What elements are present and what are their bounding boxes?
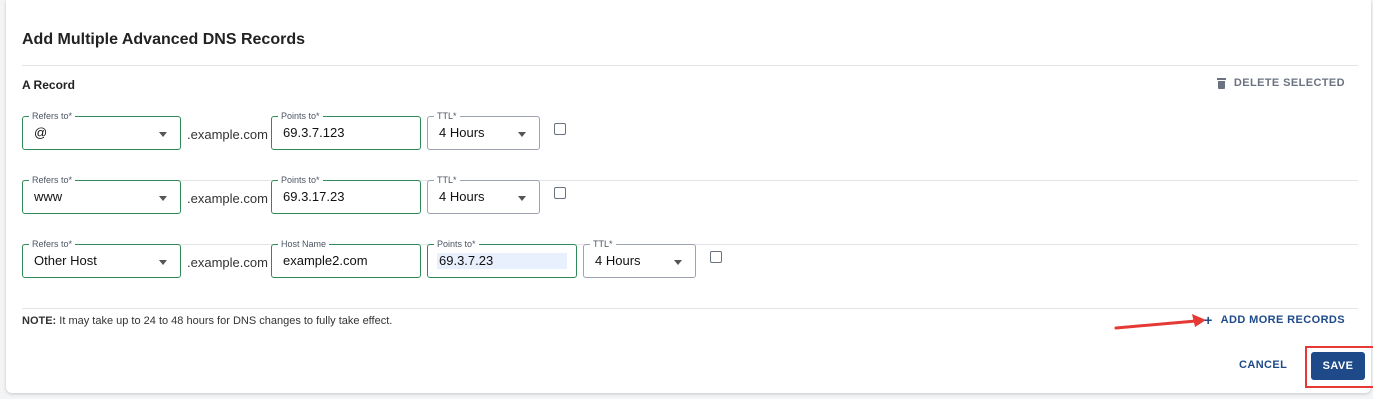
add-more-records-button[interactable]: + ADD MORE RECORDS bbox=[1204, 311, 1345, 328]
trash-icon bbox=[1216, 77, 1226, 89]
plus-icon: + bbox=[1204, 311, 1213, 328]
refers-to-value: Other Host bbox=[34, 253, 97, 268]
select-record-checkbox[interactable] bbox=[554, 123, 566, 135]
chevron-down-icon bbox=[518, 196, 526, 201]
divider bbox=[22, 65, 1358, 66]
ttl-value: 4 Hours bbox=[439, 189, 485, 204]
domain-suffix: .example.com bbox=[187, 127, 268, 142]
host-name-label: Host Name bbox=[278, 239, 330, 249]
ttl-value: 4 Hours bbox=[439, 125, 485, 140]
cancel-button[interactable]: CANCEL bbox=[1239, 359, 1287, 371]
refers-to-value: @ bbox=[34, 125, 48, 140]
refers-to-label: Refers to* bbox=[29, 111, 76, 121]
chevron-down-icon bbox=[674, 260, 682, 265]
add-more-records-label: ADD MORE RECORDS bbox=[1220, 314, 1345, 326]
refers-to-select[interactable]: Refers to* www bbox=[22, 175, 181, 214]
points-to-value: 69.3.17.23 bbox=[283, 189, 345, 204]
chevron-down-icon bbox=[518, 132, 526, 137]
ttl-select[interactable]: TTL* 4 Hours bbox=[583, 239, 696, 278]
save-button[interactable]: SAVE bbox=[1311, 352, 1365, 380]
red-arrow-annotation-icon bbox=[1114, 314, 1206, 330]
refers-to-select[interactable]: Refers to* @ bbox=[22, 111, 181, 150]
points-to-value: 69.3.7.23 bbox=[437, 253, 567, 269]
select-record-checkbox[interactable] bbox=[554, 187, 566, 199]
points-to-input[interactable]: Points to* 69.3.17.23 bbox=[271, 175, 421, 214]
points-to-label: Points to* bbox=[278, 111, 323, 121]
points-to-label: Points to* bbox=[434, 239, 479, 249]
note-text: It may take up to 24 to 48 hours for DNS… bbox=[56, 315, 393, 327]
ttl-label: TTL* bbox=[434, 175, 460, 185]
select-record-checkbox[interactable] bbox=[710, 251, 722, 263]
refers-to-label: Refers to* bbox=[29, 175, 76, 185]
record-row-1: Refers to* @ .example.com Points to* 69.… bbox=[22, 111, 1358, 181]
record-row-3: Refers to* Other Host .example.com Host … bbox=[22, 239, 1358, 309]
record-row-2: Refers to* www .example.com Points to* 6… bbox=[22, 175, 1358, 245]
host-name-value: example2.com bbox=[283, 253, 368, 268]
ttl-label: TTL* bbox=[434, 111, 460, 121]
points-to-input[interactable]: Points to* 69.3.7.23 bbox=[427, 239, 577, 278]
chevron-down-icon bbox=[159, 196, 167, 201]
refers-to-select[interactable]: Refers to* Other Host bbox=[22, 239, 181, 278]
dialog-title: Add Multiple Advanced DNS Records bbox=[22, 31, 305, 48]
delete-selected-label: DELETE SELECTED bbox=[1233, 77, 1345, 89]
dns-records-dialog: Add Multiple Advanced DNS Records A Reco… bbox=[6, 0, 1373, 393]
chevron-down-icon bbox=[159, 132, 167, 137]
points-to-label: Points to* bbox=[278, 175, 323, 185]
ttl-label: TTL* bbox=[590, 239, 616, 249]
ttl-select[interactable]: TTL* 4 Hours bbox=[427, 111, 540, 150]
note-prefix: NOTE: bbox=[22, 315, 57, 327]
dns-propagation-note: NOTE: It may take up to 24 to 48 hours f… bbox=[22, 315, 392, 327]
section-label-a-record: A Record bbox=[22, 78, 75, 92]
ttl-value: 4 Hours bbox=[595, 253, 641, 268]
ttl-select[interactable]: TTL* 4 Hours bbox=[427, 175, 540, 214]
chevron-down-icon bbox=[159, 260, 167, 265]
domain-suffix: .example.com bbox=[187, 255, 268, 270]
host-name-input[interactable]: Host Name example2.com bbox=[271, 239, 421, 278]
points-to-input[interactable]: Points to* 69.3.7.123 bbox=[271, 111, 421, 150]
refers-to-value: www bbox=[34, 189, 63, 204]
delete-selected-button[interactable]: DELETE SELECTED bbox=[1216, 77, 1345, 89]
points-to-value: 69.3.7.123 bbox=[283, 125, 345, 140]
domain-suffix: .example.com bbox=[187, 191, 268, 206]
refers-to-label: Refers to* bbox=[29, 239, 76, 249]
